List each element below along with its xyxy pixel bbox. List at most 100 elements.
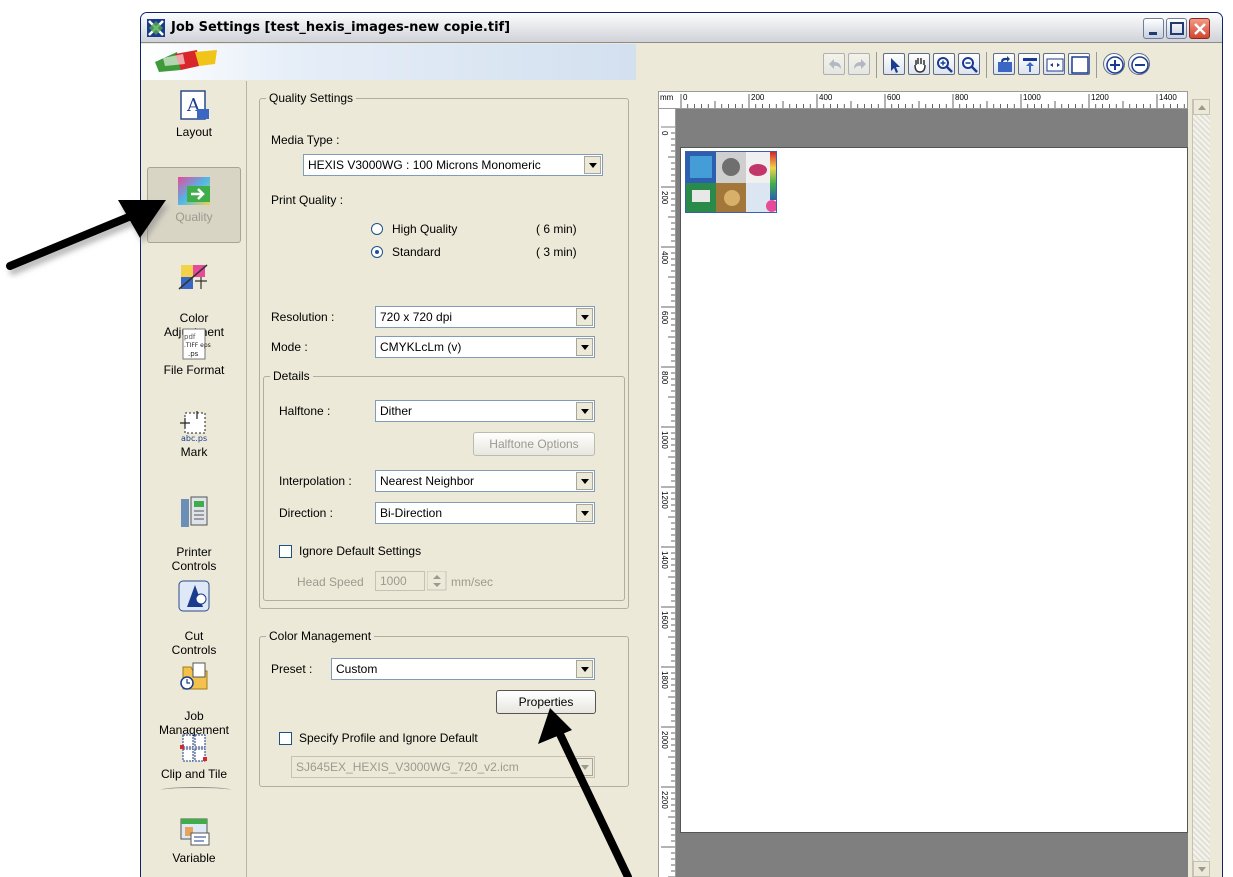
direction-value: Bi-Direction — [380, 506, 443, 520]
chevron-down-icon[interactable] — [576, 338, 593, 356]
scroll-down-button[interactable] — [1193, 861, 1210, 877]
layout-icon: A — [180, 90, 209, 120]
high-quality-time: ( 6 min) — [536, 222, 577, 236]
align-button[interactable] — [1018, 53, 1040, 75]
redo-button[interactable] — [848, 53, 870, 75]
halftone-label: Halftone : — [279, 404, 331, 418]
ruler-tick-label: 1600 — [660, 611, 669, 629]
direction-dropdown[interactable]: Bi-Direction — [375, 502, 595, 524]
interpolation-dropdown[interactable]: Nearest Neighbor — [375, 470, 595, 492]
ruler-tick-label: 1200 — [660, 491, 669, 509]
ignore-default-settings-checkbox[interactable] — [279, 545, 292, 558]
chevron-down-icon[interactable] — [576, 308, 593, 326]
chevron-up-icon — [1198, 105, 1206, 110]
nav-item-file-format[interactable]: pdf .TIFF eps .ps File Format — [147, 327, 241, 389]
minus-icon — [1131, 56, 1149, 74]
chevron-down-icon[interactable] — [576, 472, 593, 490]
print-canvas[interactable] — [676, 109, 1188, 877]
title-bar[interactable]: Job Settings [test_hexis_images-new copi… — [141, 13, 1222, 43]
redo-icon — [854, 59, 866, 69]
fit-width-button[interactable] — [1043, 53, 1065, 75]
ruler-tick-label: 600 — [660, 311, 669, 325]
undo-button[interactable] — [823, 53, 845, 75]
details-legend: Details — [273, 369, 310, 383]
media-type-dropdown[interactable]: HEXIS V3000WG : 100 Microns Monomeric — [303, 154, 603, 176]
resolution-dropdown[interactable]: 720 x 720 dpi — [375, 306, 595, 328]
nav-item-color-adjustment[interactable]: Color Adjustment — [147, 247, 241, 339]
properties-button[interactable]: Properties — [496, 690, 596, 714]
chevron-down-icon[interactable] — [576, 504, 593, 522]
media-type-label: Media Type : — [271, 133, 340, 147]
close-icon — [1194, 23, 1206, 35]
pointer-tool-button[interactable] — [883, 53, 905, 75]
standard-radio[interactable] — [371, 246, 383, 258]
nav-item-quality[interactable]: Quality — [147, 167, 241, 243]
nav-item-printer-controls[interactable]: Printer Controls — [147, 481, 241, 573]
specify-profile-checkbox[interactable] — [279, 732, 292, 745]
svg-text:.ps: .ps — [188, 350, 199, 358]
interpolation-value: Nearest Neighbor — [380, 474, 475, 488]
profile-dropdown[interactable]: SJ645EX_HEXIS_V3000WG_720_v2.icm — [291, 756, 595, 778]
svg-text:pdf: pdf — [184, 333, 196, 341]
scroll-up-button[interactable] — [1193, 99, 1210, 115]
zoom-minus-button[interactable] — [1128, 53, 1150, 75]
quality-settings-legend: Quality Settings — [269, 91, 354, 105]
job-management-icon — [180, 662, 208, 690]
ruler-tick-label: 2000 — [660, 731, 669, 749]
nav-item-layout[interactable]: A Layout — [147, 89, 241, 149]
halftone-dropdown[interactable]: Dither — [375, 400, 595, 422]
pointer-icon — [891, 58, 900, 73]
mode-dropdown[interactable]: CMYKLcLm (v) — [375, 336, 595, 358]
image-thumbnail[interactable] — [685, 151, 777, 213]
media-sheet — [680, 147, 1188, 833]
head-speed-input[interactable]: 1000 — [375, 571, 425, 591]
halftone-options-button[interactable]: Halftone Options — [473, 432, 595, 456]
preset-label: Preset : — [271, 662, 313, 676]
spinner-arrows-icon[interactable] — [427, 571, 447, 591]
nav-item-job-management[interactable]: Job Management — [147, 645, 241, 737]
close-button[interactable] — [1189, 18, 1210, 39]
high-quality-label: High Quality — [392, 222, 458, 236]
zoom-plus-button[interactable] — [1103, 53, 1125, 75]
ruler-tick-label: 600 — [887, 93, 901, 102]
settings-panel: Quality Settings Media Type : HEXIS V300… — [247, 81, 636, 877]
settings-nav: A Layout Quality Color Adjustment pdf.TI… — [141, 81, 247, 877]
ruler-tick-label: 800 — [955, 93, 969, 102]
rotate-button[interactable] — [993, 53, 1015, 75]
chevron-down-icon[interactable] — [584, 156, 601, 174]
hand-tool-button[interactable] — [908, 53, 930, 75]
nav-item-clip-and-tile[interactable]: Clip and Tile — [147, 731, 241, 793]
fit-page-button[interactable] — [1068, 53, 1090, 75]
nav-label: Variable — [172, 851, 216, 865]
nav-item-variable[interactable]: Variable — [147, 815, 241, 877]
maximize-button[interactable] — [1166, 18, 1187, 39]
nav-item-mark[interactable]: abc.ps Mark — [147, 409, 241, 471]
quality-icon — [178, 177, 210, 205]
chevron-down-icon[interactable] — [576, 402, 593, 420]
nav-label: Mark — [180, 445, 208, 459]
specify-profile-label: Specify Profile and Ignore Default — [299, 731, 478, 745]
zoom-out-icon — [962, 57, 978, 73]
high-quality-radio[interactable] — [371, 223, 383, 235]
ruler-tick-label: 1000 — [1023, 93, 1041, 102]
zoom-out-button[interactable] — [958, 53, 980, 75]
preview-toolbar — [636, 44, 1222, 80]
zoom-in-button[interactable] — [933, 53, 955, 75]
ruler-tick-label: 1400 — [660, 551, 669, 569]
nav-item-cut-controls[interactable]: Cut Controls — [147, 565, 241, 657]
ruler-tick-label: 0 — [660, 131, 669, 136]
direction-label: Direction : — [279, 506, 334, 520]
toolbar-separator — [876, 52, 877, 78]
preset-dropdown[interactable]: Custom — [331, 658, 595, 680]
chevron-down-icon[interactable] — [576, 758, 593, 776]
ruler-tick-label: 1000 — [660, 431, 669, 449]
brand-logo-icon — [155, 50, 217, 72]
minimize-button[interactable] — [1143, 18, 1164, 39]
app-icon — [147, 19, 165, 37]
ruler-tick-label: 1400 — [1159, 93, 1177, 102]
chevron-down-icon[interactable] — [576, 660, 593, 678]
vertical-scrollbar[interactable] — [1192, 99, 1210, 877]
media-type-value: HEXIS V3000WG : 100 Microns Monomeric — [308, 158, 541, 172]
zoom-in-icon — [937, 57, 953, 73]
fit-page-icon — [1071, 56, 1089, 74]
